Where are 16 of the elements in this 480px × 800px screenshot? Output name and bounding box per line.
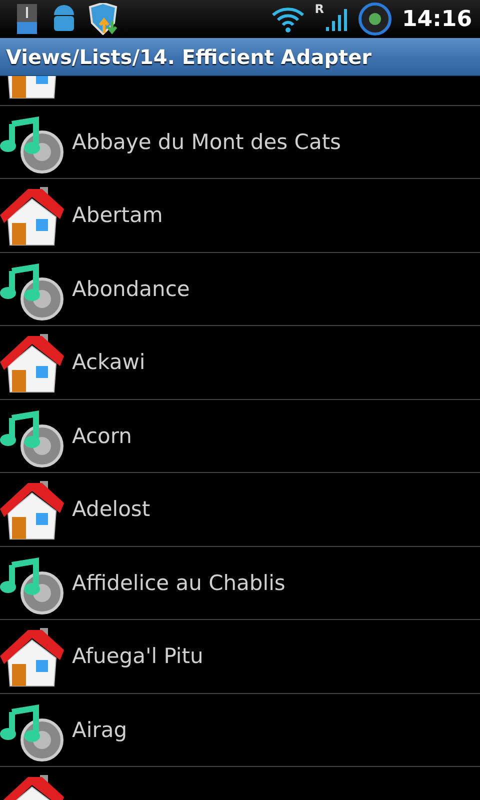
list-item-label[interactable]: Abondance xyxy=(72,276,190,301)
list-item-label[interactable]: Ackawi xyxy=(72,350,146,374)
wifi-icon xyxy=(270,5,305,33)
window-title: Views/Lists/14. Efficient Adapter xyxy=(6,44,372,68)
list-item-label[interactable]: Adelost xyxy=(72,497,150,522)
signal-icon xyxy=(326,7,348,31)
circular-app-icon xyxy=(358,2,392,36)
list-item-label[interactable]: Acorn xyxy=(72,424,132,448)
shield-icon xyxy=(88,3,118,35)
list-item-label[interactable]: Afuega'l Pitu xyxy=(72,644,204,668)
list-item-label[interactable]: Affidelice au Chablis xyxy=(72,570,286,595)
list-item-label[interactable]: Abbaye du Mont des Cats xyxy=(72,130,341,154)
roaming-indicator: R xyxy=(314,2,324,16)
list-item-label[interactable]: Airag xyxy=(72,718,128,742)
clock: 14:16 xyxy=(402,6,472,32)
list-item-label[interactable]: Abertam xyxy=(72,203,163,228)
